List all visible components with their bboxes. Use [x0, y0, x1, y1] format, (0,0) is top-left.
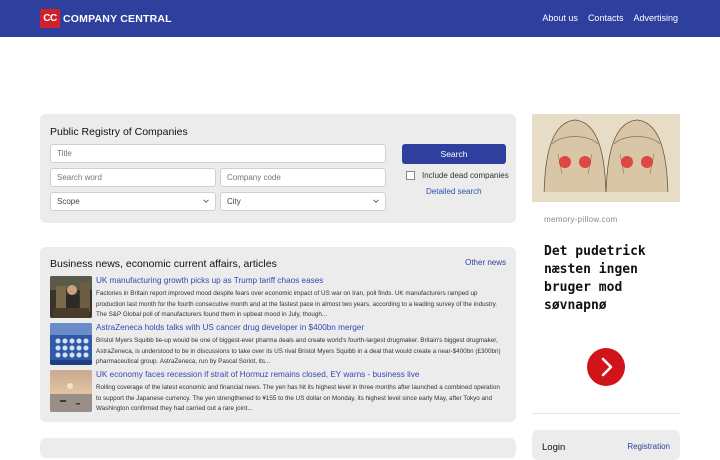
- include-dead-companies-option[interactable]: Include dead companies: [406, 171, 509, 180]
- chevron-down-icon: [373, 199, 379, 203]
- chevron-down-icon: [203, 199, 209, 203]
- ad-headline[interactable]: Det pudetrick næsten ingen bruger mod sø…: [544, 243, 674, 315]
- top-nav-links: About us Contacts Advertising: [542, 13, 678, 23]
- news-headline[interactable]: UK economy faces recession if strait of …: [96, 370, 419, 379]
- news-summary: Bristol Myers Squibb tie-up would be one…: [96, 337, 501, 366]
- news-summary: Rolling coverage of the latest economic …: [96, 384, 500, 413]
- bottom-panel: [40, 438, 516, 458]
- scope-select-value: Scope: [57, 197, 80, 206]
- include-dead-companies-label: Include dead companies: [422, 171, 509, 180]
- city-select[interactable]: City: [220, 192, 386, 211]
- company-search-panel: Public Registry of Companies Scope City …: [40, 114, 516, 223]
- news-item: UK economy faces recession if strait of …: [50, 370, 506, 414]
- detailed-search-link[interactable]: Detailed search: [426, 187, 482, 196]
- nav-link-contacts[interactable]: Contacts: [588, 13, 624, 23]
- ad-domain[interactable]: memory-pillow.com: [544, 215, 618, 224]
- other-news-link[interactable]: Other news: [465, 258, 506, 267]
- include-dead-companies-checkbox[interactable]: [406, 171, 415, 180]
- news-thumbnail[interactable]: [50, 276, 92, 318]
- news-thumbnail[interactable]: [50, 323, 92, 365]
- news-panel-title: Business news, economic current affairs,…: [50, 258, 277, 270]
- login-panel: Login Registration: [532, 430, 680, 460]
- news-thumbnail[interactable]: [50, 370, 92, 412]
- company-central-logo[interactable]: CC COMPANY CENTRAL: [40, 9, 172, 28]
- nav-link-about-us[interactable]: About us: [542, 13, 578, 23]
- ad-image[interactable]: [532, 114, 680, 202]
- scope-select[interactable]: Scope: [50, 192, 216, 211]
- nav-link-advertising[interactable]: Advertising: [633, 13, 678, 23]
- divider: [532, 413, 680, 414]
- login-title: Login: [542, 442, 566, 453]
- search-word-input[interactable]: [50, 168, 216, 187]
- ad-arrow-button[interactable]: [587, 348, 625, 386]
- top-navbar: CC COMPANY CENTRAL About us Contacts Adv…: [0, 0, 720, 37]
- news-headline[interactable]: AstraZeneca holds talks with US cancer d…: [96, 323, 364, 332]
- company-code-input[interactable]: [220, 168, 386, 187]
- chevron-right-icon: [601, 357, 613, 377]
- search-button[interactable]: Search: [402, 144, 506, 164]
- news-headline[interactable]: UK manufacturing growth picks up as Trum…: [96, 276, 323, 285]
- business-news-panel: Business news, economic current affairs,…: [40, 247, 516, 422]
- logo-badge: CC: [40, 9, 60, 28]
- news-summary: Factories in Britain report improved moo…: [96, 290, 498, 319]
- news-item: UK manufacturing growth picks up as Trum…: [50, 276, 506, 320]
- city-select-value: City: [227, 197, 241, 206]
- search-panel-title: Public Registry of Companies: [50, 126, 188, 138]
- news-item: AstraZeneca holds talks with US cancer d…: [50, 323, 506, 367]
- logo-text: COMPANY CENTRAL: [63, 12, 172, 25]
- title-input[interactable]: [50, 144, 386, 163]
